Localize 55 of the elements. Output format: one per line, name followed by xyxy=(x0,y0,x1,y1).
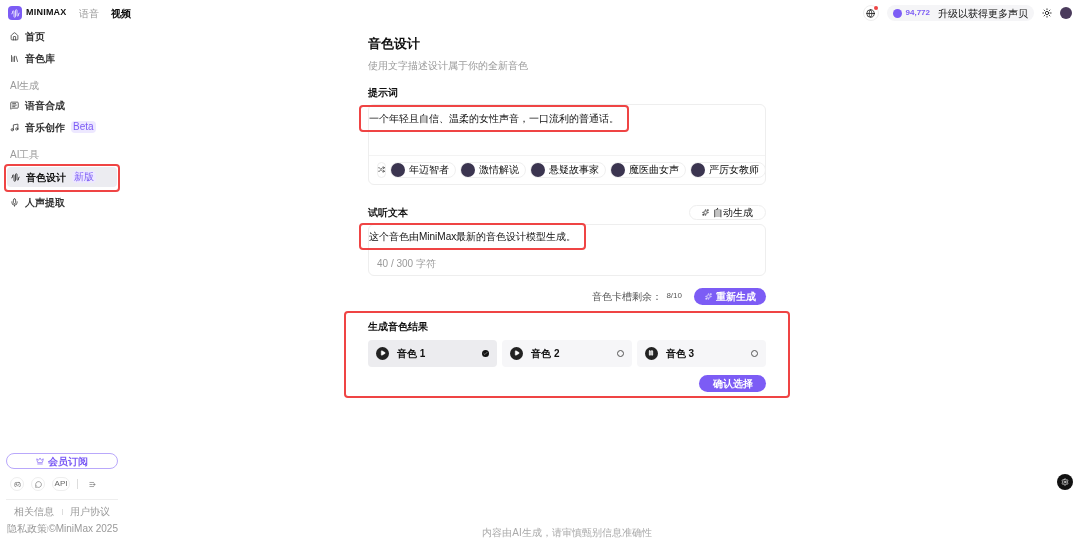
slots-count: 8/10 xyxy=(666,290,682,302)
play-icon xyxy=(513,350,520,356)
play-icon xyxy=(379,350,386,356)
badge: 新版 xyxy=(72,171,96,183)
disclaimer: 内容由AI生成，请审慎甄别信息准确性 xyxy=(482,526,652,540)
play-button[interactable] xyxy=(376,346,389,360)
page-subtitle: 使用文字描述设计属于你的全新音色 xyxy=(368,58,529,73)
nav-tab[interactable]: 视频 xyxy=(110,5,131,21)
upgrade-link[interactable]: 升级以获得更多声贝 xyxy=(938,5,1028,21)
coin-icon xyxy=(892,8,902,18)
voice-card[interactable]: 音色 3 xyxy=(636,339,766,367)
section-label: AI生成 xyxy=(9,79,41,93)
logo-icon xyxy=(8,6,22,20)
slots-label: 音色卡槽剩余： xyxy=(592,289,663,304)
credits-amount: 94,772 xyxy=(905,7,930,19)
globe-icon xyxy=(866,8,876,18)
prompt-label: 提示词 xyxy=(368,85,399,100)
mic-icon xyxy=(10,197,19,207)
book-icon xyxy=(10,53,19,63)
highlight-frame: 一个年轻且自信、温柔的女性声音，一口流利的普通话。 xyxy=(359,104,629,132)
results-title: 生成音色结果 xyxy=(368,319,429,334)
voice-card[interactable]: 音色 1 xyxy=(368,339,498,367)
pause-icon xyxy=(648,350,655,356)
page-title: 音色设计 xyxy=(368,35,421,53)
pause-button[interactable] xyxy=(644,346,658,360)
badge: Beta xyxy=(71,121,96,133)
confirm-button[interactable]: 确认选择 xyxy=(699,374,766,392)
check-icon xyxy=(482,349,490,357)
brand-name: MINIMAX xyxy=(26,6,67,20)
crown-icon xyxy=(36,457,44,465)
floating-icon[interactable] xyxy=(1057,474,1073,490)
sparkle-icon xyxy=(704,292,712,300)
shuffle-icon xyxy=(378,166,385,173)
avatar xyxy=(611,162,625,177)
avatar xyxy=(461,162,475,177)
highlight-frame: 这个音色由MiniMax最新的音色设计模型生成。 xyxy=(359,222,587,250)
credits-pill[interactable]: 94,772 升级以获得更多声贝 xyxy=(886,5,1034,21)
preview-label: 试听文本 xyxy=(368,205,408,220)
section-label: AI工具 xyxy=(9,148,41,162)
regenerate-button[interactable]: 重新生成 xyxy=(694,287,766,305)
music-note-icon xyxy=(10,122,19,132)
play-button[interactable] xyxy=(510,346,524,360)
avatar[interactable] xyxy=(1060,7,1072,19)
sparkle-icon xyxy=(702,208,709,216)
voice-card[interactable]: 音色 2 xyxy=(502,339,632,367)
theme-icon[interactable] xyxy=(1042,8,1052,18)
chat-icon xyxy=(10,100,19,110)
avatar xyxy=(691,162,705,177)
char-count: 40 / 300 字符 xyxy=(377,256,437,271)
sidebar-item[interactable]: 音色设计 新版 xyxy=(7,167,117,187)
house-icon xyxy=(10,31,19,41)
wave-icon xyxy=(11,172,20,182)
api-link[interactable]: API xyxy=(52,477,70,491)
avatar xyxy=(531,162,545,177)
avatar xyxy=(391,162,405,177)
